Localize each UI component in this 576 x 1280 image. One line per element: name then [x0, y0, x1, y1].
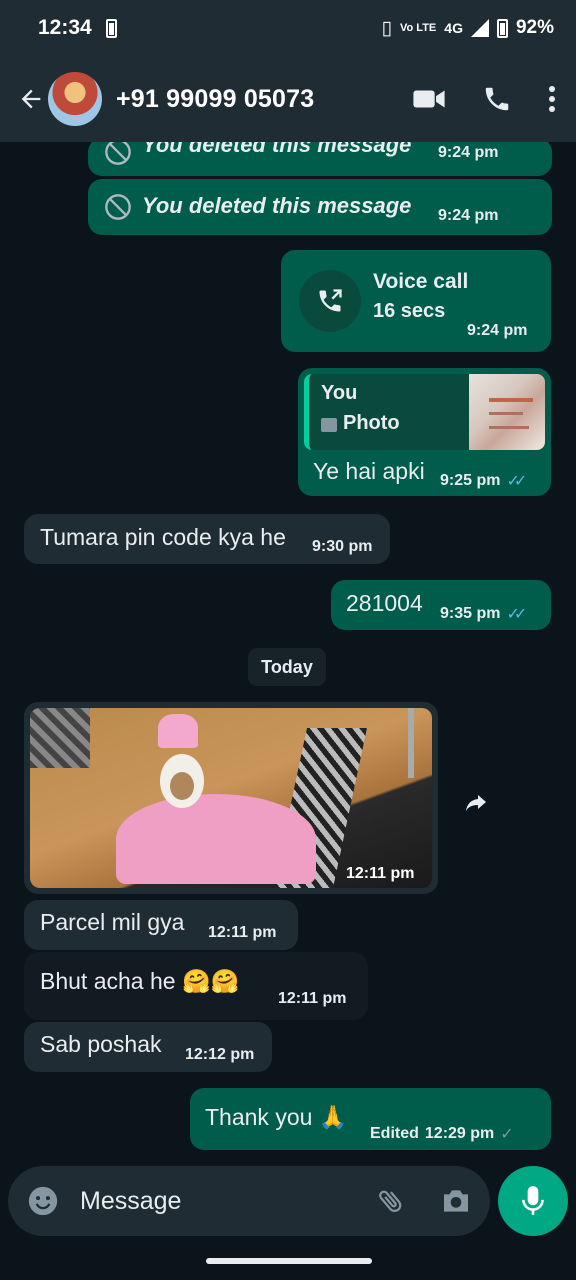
message-time: 9:24 pm — [438, 207, 499, 224]
quoted-author: You — [321, 382, 358, 404]
message-time: 9:30 pm — [312, 538, 373, 555]
chat-area[interactable]: You deleted this message 9:24 pm You del… — [0, 142, 576, 1164]
home-indicator[interactable] — [206, 1258, 372, 1264]
quoted-message[interactable]: You Photo — [304, 374, 545, 450]
message-text: 281004 — [346, 590, 423, 616]
message-outgoing[interactable]: Thank you 🙏 Edited 12:29 pm ✓ — [190, 1088, 551, 1150]
message-time: 12:11 pm — [208, 924, 277, 941]
message-time: 12:29 pm — [424, 1125, 495, 1142]
quoted-type: Photo — [343, 412, 400, 434]
more-options-button[interactable] — [548, 85, 556, 113]
status-bar: 12:34 ▯ Vo LTE 4G 92% — [0, 0, 576, 56]
battery-icon — [496, 18, 508, 38]
status-time: 12:34 — [38, 16, 92, 39]
read-ticks-icon: ✓✓ — [506, 606, 527, 623]
message-time: 12:11 pm — [278, 990, 347, 1007]
deleted-text: You deleted this message — [142, 193, 412, 218]
battery-saver-icon — [105, 18, 117, 38]
message-text: Bhut acha he 🤗🤗 — [40, 968, 240, 994]
back-button[interactable] — [14, 82, 48, 116]
edited-label: Edited — [370, 1125, 419, 1142]
video-call-button[interactable] — [412, 86, 446, 112]
signal-icon — [470, 19, 489, 37]
message-outgoing[interactable]: 281004 9:35 pm ✓✓ — [331, 580, 551, 630]
received-photo[interactable] — [30, 708, 432, 888]
battery-percent: 92% — [515, 17, 554, 38]
arrow-left-icon — [21, 89, 41, 109]
vibrate-icon: ▯ — [381, 17, 393, 39]
call-title: Voice call — [373, 270, 469, 293]
message-incoming[interactable]: Tumara pin code kya he 9:30 pm — [24, 514, 390, 564]
message-time: 9:24 pm — [438, 144, 499, 161]
message-time: 12:11 pm — [346, 865, 415, 882]
message-time: 12:12 pm — [185, 1046, 255, 1063]
blocked-icon — [105, 194, 131, 220]
deleted-text: You deleted this message — [142, 142, 412, 157]
message-time: 9:35 pm — [440, 605, 501, 622]
microphone-icon — [522, 1186, 544, 1215]
network-type: 4G — [444, 20, 463, 36]
photo-icon — [321, 418, 337, 432]
message-deleted[interactable]: You deleted this message 9:24 pm — [88, 142, 552, 176]
volte-icon: Vo LTE — [400, 22, 437, 34]
message-input[interactable]: Message — [80, 1187, 181, 1216]
photo-message[interactable]: 12:11 pm — [24, 702, 438, 894]
contact-name[interactable]: +91 99099 05073 — [116, 85, 314, 114]
message-incoming[interactable]: Parcel mil gya 12:11 pm — [24, 900, 298, 950]
message-time: 9:24 pm — [467, 322, 528, 339]
message-text: Tumara pin code kya he — [40, 524, 286, 550]
reply-message[interactable]: You Photo Ye hai apki 9:25 pm ✓✓ — [298, 368, 551, 496]
voice-call-button[interactable] — [482, 84, 512, 114]
avatar[interactable] — [48, 72, 102, 126]
message-text: Thank you 🙏 — [205, 1104, 348, 1130]
quoted-photo-thumbnail — [469, 374, 545, 450]
blocked-icon — [105, 142, 131, 165]
forward-button[interactable] — [454, 780, 498, 824]
message-input-bar[interactable]: Message — [8, 1166, 490, 1236]
message-incoming[interactable]: Sab poshak 12:12 pm — [24, 1022, 272, 1072]
date-divider: Today — [248, 648, 326, 686]
sent-tick-icon: ✓ — [500, 1126, 514, 1143]
call-duration: 16 secs — [373, 300, 446, 322]
message-deleted[interactable]: You deleted this message 9:24 pm — [88, 179, 552, 235]
emoji-button[interactable] — [26, 1184, 60, 1218]
read-ticks-icon: ✓✓ — [506, 473, 527, 490]
chat-header: +91 99099 05073 — [0, 56, 576, 142]
message-time: 9:25 pm — [440, 472, 501, 489]
message-text: Parcel mil gya — [40, 909, 185, 935]
voice-call-message[interactable]: Voice call 16 secs 9:24 pm — [281, 250, 551, 352]
outgoing-call-icon — [319, 289, 342, 312]
voice-record-button[interactable] — [498, 1166, 568, 1236]
forward-icon — [466, 795, 486, 811]
camera-button[interactable] — [440, 1186, 472, 1216]
message-text: Ye hai apki — [313, 458, 425, 484]
message-incoming[interactable]: Bhut acha he 🤗🤗 12:11 pm — [24, 952, 368, 1020]
message-text: Sab poshak — [40, 1031, 162, 1057]
call-icon-circle — [299, 270, 361, 332]
attach-button[interactable] — [376, 1186, 406, 1216]
